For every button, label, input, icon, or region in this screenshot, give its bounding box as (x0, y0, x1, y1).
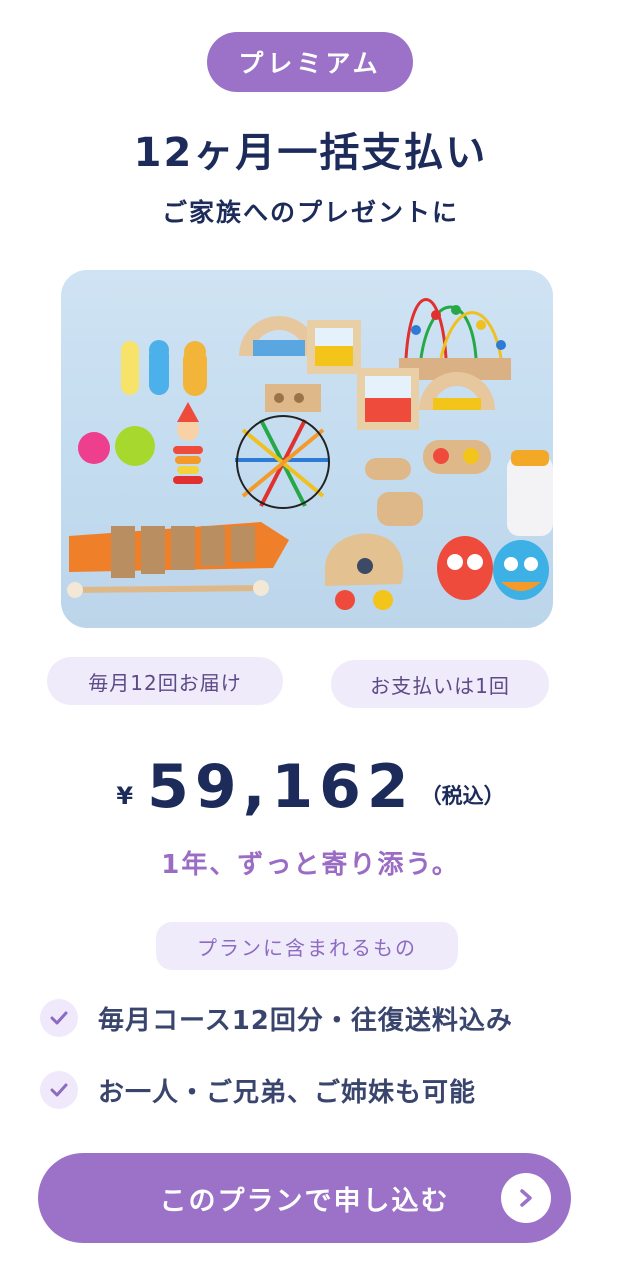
plan-title: 12ヶ月一括支払い (133, 130, 488, 176)
feature-item: お一人・ご兄弟、ご姉妹も可能 (40, 1070, 476, 1110)
toys-illustration (67, 298, 553, 610)
hero-image (61, 270, 553, 628)
apply-plan-label: このプランで申し込む (159, 1185, 450, 1217)
tag-single-payment: お支払いは1回 (331, 660, 549, 708)
chevron-right-icon (501, 1173, 551, 1223)
tag-monthly-delivery: 毎月12回お届け (47, 657, 283, 705)
includes-label: プランに含まれるもの (156, 922, 458, 970)
price-tax-note: （税込） (420, 784, 505, 808)
apply-plan-button[interactable]: このプランで申し込む (38, 1153, 571, 1243)
tagline: 1年、ずっと寄り添う。 (161, 850, 460, 880)
price: ¥ 59,162 （税込） (0, 752, 621, 822)
check-icon (40, 1071, 78, 1109)
plan-subtitle: ご家族へのプレゼントに (161, 198, 459, 227)
premium-badge: プレミアム (207, 32, 413, 92)
price-amount: 59,162 (147, 752, 415, 822)
check-icon (40, 999, 78, 1037)
price-currency: ¥ (116, 782, 134, 810)
feature-text: お一人・ご兄弟、ご姉妹も可能 (98, 1077, 477, 1108)
feature-text: 毎月コース12回分・往復送料込み (98, 1005, 513, 1036)
feature-item: 毎月コース12回分・往復送料込み (40, 998, 513, 1038)
